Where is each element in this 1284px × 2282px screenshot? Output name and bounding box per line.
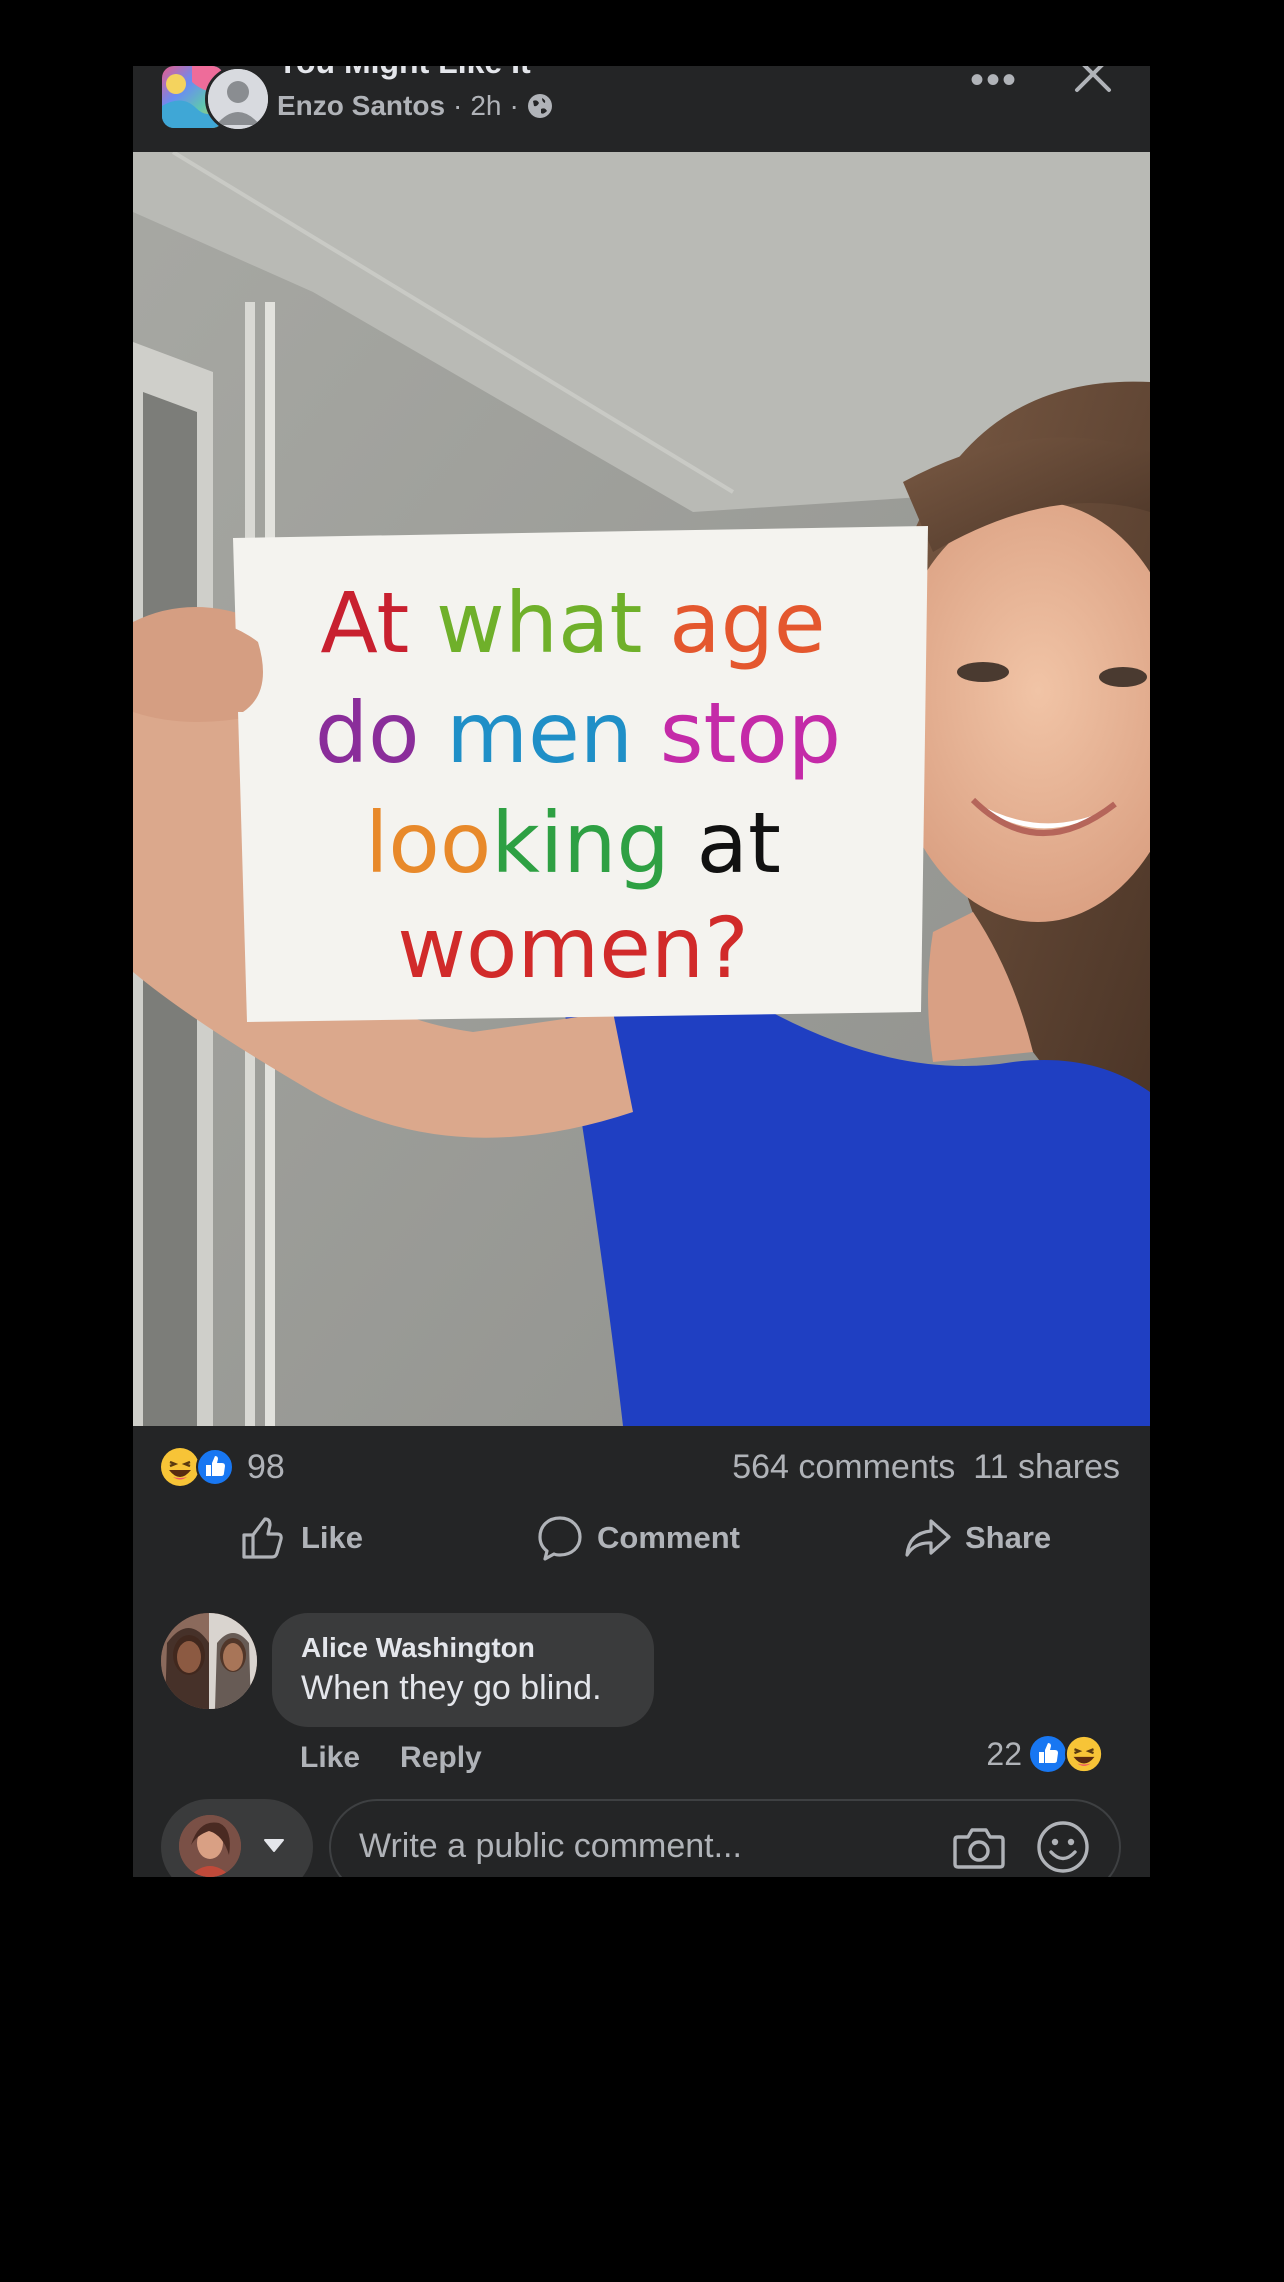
post-meta: Enzo Santos · 2h · bbox=[277, 90, 553, 122]
more-icon[interactable]: ••• bbox=[970, 66, 1018, 103]
sign-line-1: At what age bbox=[320, 574, 825, 672]
comment-reactions[interactable]: 22 bbox=[986, 1734, 1104, 1774]
comment-reply-button[interactable]: Reply bbox=[400, 1741, 482, 1775]
camera-icon[interactable] bbox=[952, 1823, 1006, 1873]
shares-count[interactable]: 11 shares bbox=[973, 1448, 1120, 1487]
post-stats: 98 564 comments 11 shares bbox=[133, 1426, 1150, 1500]
post-time[interactable]: 2h bbox=[470, 90, 501, 122]
commenter-name[interactable]: Alice Washington bbox=[301, 1632, 535, 1664]
comment-bubble: Alice Washington When they go blind. bbox=[272, 1613, 654, 1727]
meta-separator: · bbox=[509, 90, 519, 121]
meta-separator: · bbox=[453, 90, 463, 121]
like-button[interactable]: Like bbox=[239, 1510, 363, 1566]
profile-switcher[interactable] bbox=[161, 1799, 313, 1877]
share-button-label: Share bbox=[965, 1520, 1052, 1555]
comment-text: When they go blind. bbox=[301, 1669, 602, 1707]
comment-reaction-count: 22 bbox=[986, 1735, 1022, 1772]
sign: At what age do men stop looking at women… bbox=[233, 526, 928, 1022]
share-icon bbox=[903, 1513, 953, 1563]
group-title[interactable]: You Might Like It bbox=[277, 66, 531, 81]
share-button[interactable]: Share bbox=[903, 1510, 1051, 1566]
reactions-summary[interactable]: 98 bbox=[159, 1446, 285, 1488]
haha-reaction-icon bbox=[1064, 1734, 1104, 1774]
comment-input-placeholder[interactable]: Write a public comment... bbox=[359, 1827, 742, 1866]
photo-illustration: At what age do men stop looking at women… bbox=[133, 152, 1150, 1426]
comment-button[interactable]: Comment bbox=[535, 1510, 740, 1566]
comment-actions: Like Reply bbox=[300, 1741, 482, 1775]
sign-line-2: do men stop bbox=[315, 684, 841, 782]
commenter-avatar[interactable] bbox=[161, 1613, 257, 1709]
globe-icon bbox=[527, 93, 553, 119]
comment-composer[interactable]: Write a public comment... bbox=[329, 1799, 1121, 1877]
post-header: You Might Like It Enzo Santos · 2h · bbox=[133, 66, 1150, 152]
caret-down-icon bbox=[263, 1837, 285, 1853]
comments-count[interactable]: 564 comments bbox=[732, 1448, 955, 1487]
close-icon[interactable] bbox=[1071, 66, 1115, 96]
comment-icon bbox=[535, 1513, 585, 1563]
author-name[interactable]: Enzo Santos bbox=[277, 90, 445, 122]
like-reaction-icon bbox=[195, 1447, 235, 1487]
comment-like-button[interactable]: Like bbox=[300, 1741, 360, 1775]
like-reaction-icon bbox=[1028, 1734, 1068, 1774]
sign-line-3: looking at bbox=[365, 794, 781, 892]
emoji-icon[interactable] bbox=[1035, 1819, 1091, 1875]
self-avatar bbox=[179, 1815, 241, 1877]
post-actions: Like Comment Share bbox=[133, 1500, 1150, 1580]
post-photo[interactable]: At what age do men stop looking at women… bbox=[133, 152, 1150, 1426]
reaction-count: 98 bbox=[247, 1447, 285, 1486]
thumbs-up-icon bbox=[239, 1513, 289, 1563]
comment-button-label: Comment bbox=[597, 1520, 740, 1555]
stats-right: 564 comments 11 shares bbox=[732, 1448, 1120, 1487]
sign-line-4: women? bbox=[397, 899, 748, 997]
author-avatar[interactable] bbox=[205, 66, 271, 132]
like-button-label: Like bbox=[301, 1520, 364, 1555]
post-card: You Might Like It Enzo Santos · 2h · bbox=[133, 66, 1150, 1877]
